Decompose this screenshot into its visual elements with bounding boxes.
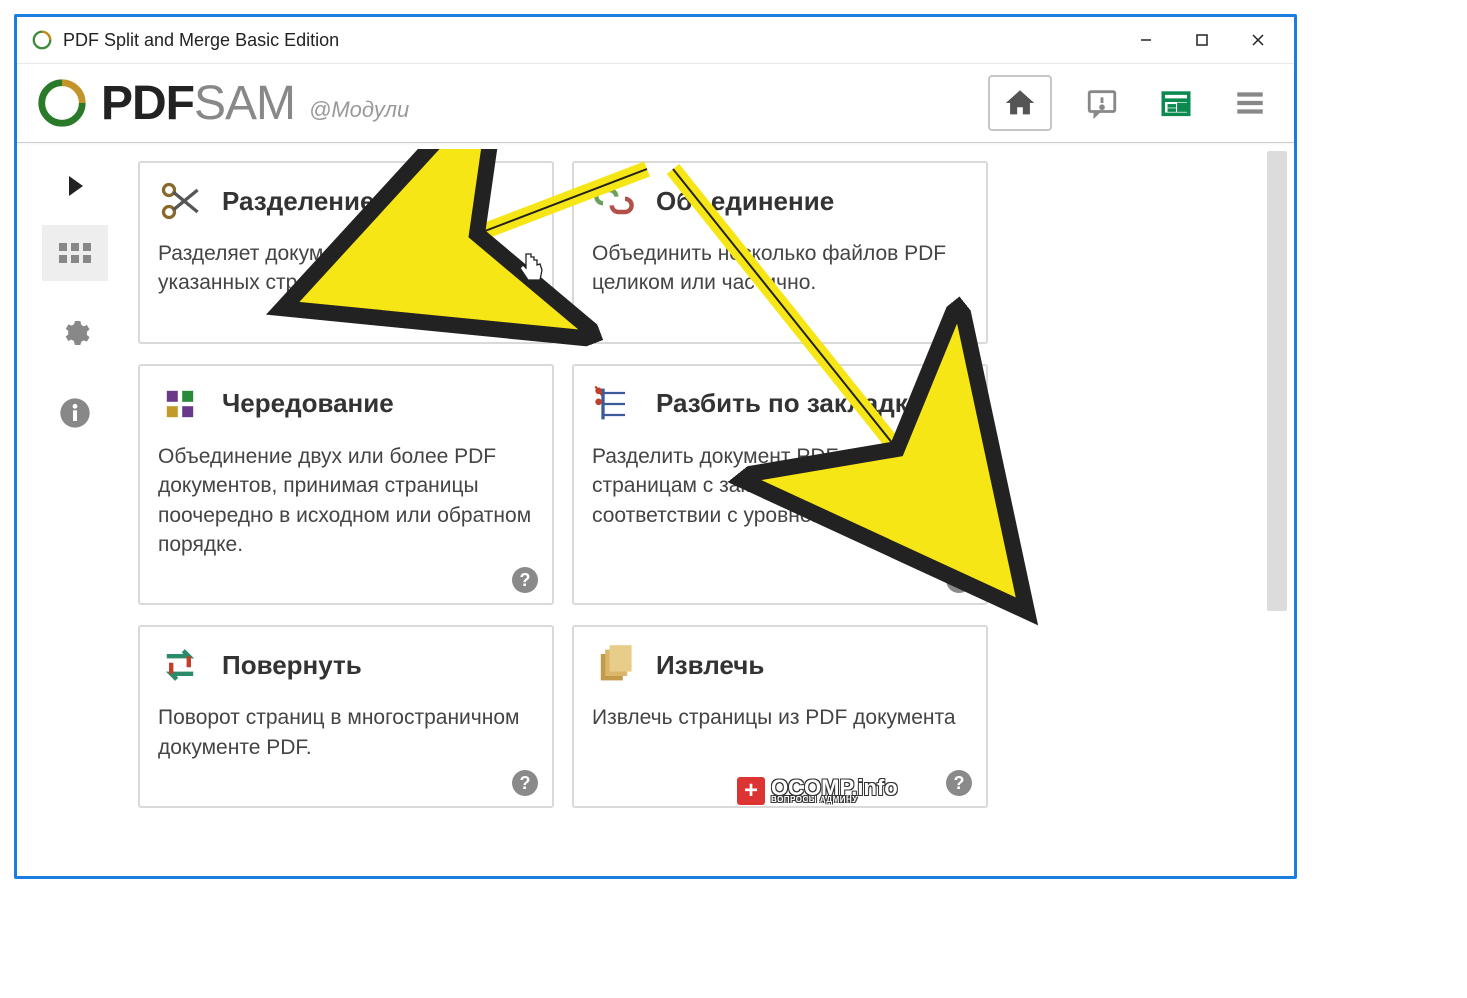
help-icon[interactable]: ? [512, 770, 538, 796]
app-icon [31, 29, 53, 51]
window-title: PDF Split and Merge Basic Edition [63, 30, 339, 51]
tile-merge[interactable]: Объединение Объединить несколько файлов … [572, 161, 988, 344]
logo: PDFSAM @Модули [35, 76, 409, 131]
tile-title: Чередование [222, 388, 394, 419]
sidebar-info-button[interactable] [42, 385, 108, 441]
help-icon[interactable]: ? [512, 567, 538, 593]
sidebar-settings-button[interactable] [42, 305, 108, 361]
tile-split-by-bookmarks[interactable]: Разбить по закладкам Разделить документ … [572, 364, 988, 606]
sidebar-modules-button[interactable] [42, 225, 108, 281]
tile-description: Разделить документ PDF по страницам с за… [592, 442, 968, 530]
logo-swirl-icon [35, 76, 89, 130]
titlebar: PDF Split and Merge Basic Edition [17, 17, 1294, 63]
tile-alternate-mix[interactable]: Чередование Объединение двух или более P… [138, 364, 554, 606]
tile-split[interactable]: Разделение Разделяет документ PDF на ука… [138, 161, 554, 344]
help-icon[interactable]: ? [946, 567, 972, 593]
tile-rotate[interactable]: Повернуть Поворот страниц в многостранич… [138, 625, 554, 808]
chain-icon [592, 179, 636, 223]
rotate-icon [158, 643, 202, 687]
feedback-button[interactable] [1078, 79, 1126, 127]
content-area: Разделение Разделяет документ PDF на ука… [130, 145, 1291, 873]
scissors-icon [158, 179, 202, 223]
tile-title: Извлечь [656, 650, 764, 681]
tile-extract[interactable]: Извлечь Извлечь страницы из PDF документ… [572, 625, 988, 808]
tile-title: Повернуть [222, 650, 362, 681]
extract-pages-icon [592, 643, 636, 687]
news-button[interactable] [1152, 79, 1200, 127]
home-button[interactable] [988, 75, 1052, 131]
close-button[interactable] [1230, 21, 1286, 59]
help-icon[interactable]: ? [512, 306, 538, 332]
minimize-button[interactable] [1118, 21, 1174, 59]
help-icon[interactable]: ? [946, 306, 972, 332]
sidebar-expand-button[interactable] [42, 171, 108, 201]
logo-text: PDFSAM [101, 76, 295, 131]
menu-button[interactable] [1226, 79, 1274, 127]
tile-description: Объединение двух или более PDF документо… [158, 442, 534, 560]
main-window: PDF Split and Merge Basic Edition PDFSAM… [14, 14, 1297, 879]
tile-description: Разделяет документ PDF на указанных стра… [158, 239, 534, 298]
vertical-scrollbar[interactable] [1267, 151, 1287, 611]
tile-description: Объединить несколько файлов PDF целиком … [592, 239, 968, 298]
maximize-button[interactable] [1174, 21, 1230, 59]
help-icon[interactable]: ? [946, 770, 972, 796]
header-bar: PDFSAM @Модули [17, 63, 1294, 143]
sidebar [20, 145, 130, 873]
tile-title: Разделение [222, 186, 374, 217]
tile-description: Извлечь страницы из PDF документа [592, 703, 968, 732]
tile-title: Объединение [656, 186, 834, 217]
tile-title: Разбить по закладкам [656, 388, 941, 419]
interleave-icon [158, 382, 202, 426]
breadcrumb: @Модули [309, 97, 409, 123]
bookmark-split-icon [592, 382, 636, 426]
tile-description: Поворот страниц в многостраничном докуме… [158, 703, 534, 762]
